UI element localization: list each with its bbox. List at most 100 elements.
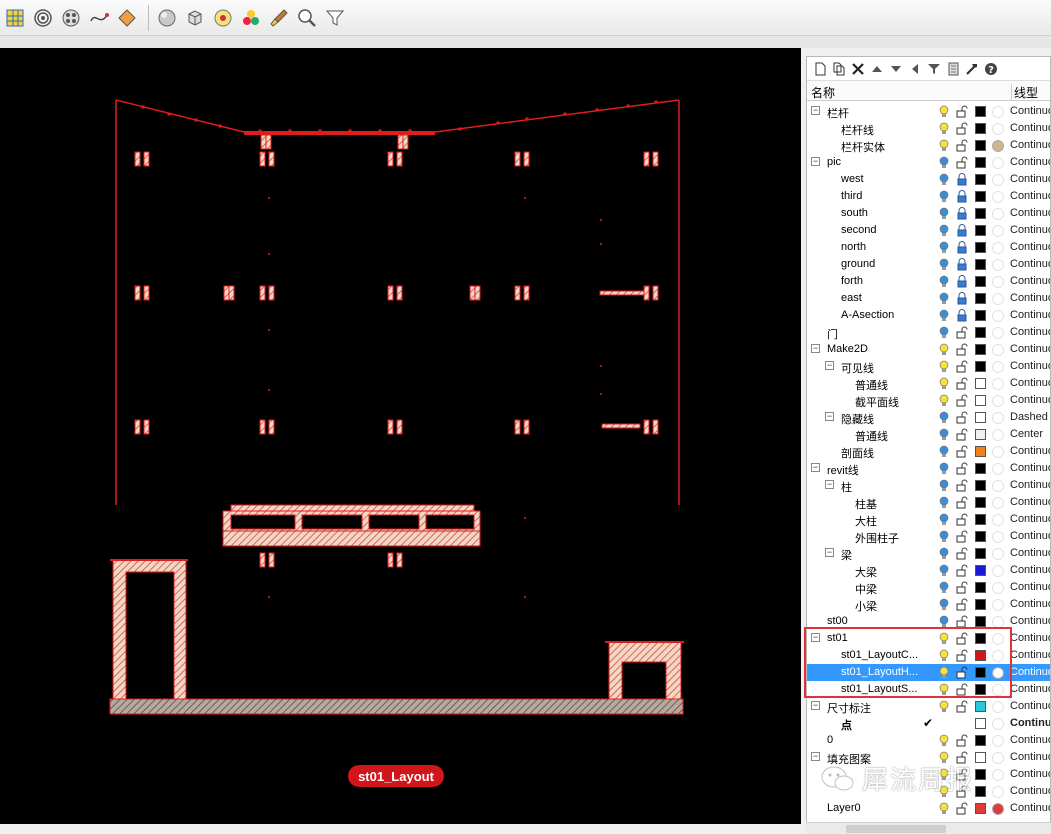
- move-to-parent-icon[interactable]: [905, 59, 924, 79]
- visibility-bulb-icon[interactable]: [938, 581, 950, 594]
- layer-linetype[interactable]: Continuous: [1010, 275, 1050, 287]
- unlocked-icon[interactable]: [956, 615, 968, 628]
- locked-icon[interactable]: [956, 309, 968, 322]
- visibility-bulb-icon[interactable]: [938, 496, 950, 509]
- visibility-bulb-icon[interactable]: [938, 666, 950, 679]
- surface-grid-icon[interactable]: [2, 5, 28, 31]
- new-sublayer-icon[interactable]: [829, 59, 848, 79]
- layer-color-swatch[interactable]: [975, 769, 986, 780]
- layer-linetype[interactable]: Continuous: [1010, 258, 1050, 270]
- layer-linetype[interactable]: Continuous: [1010, 326, 1050, 338]
- visibility-bulb-icon[interactable]: [938, 615, 950, 628]
- layer-color-swatch[interactable]: [975, 361, 986, 372]
- layer-row[interactable]: 点 ✔ Continuous: [807, 715, 1050, 732]
- layer-material-icon[interactable]: [992, 259, 1004, 271]
- layer-color-swatch[interactable]: [975, 650, 986, 661]
- layer-color-swatch[interactable]: [975, 599, 986, 610]
- layer-name[interactable]: 点: [841, 717, 852, 733]
- new-layer-icon[interactable]: [810, 59, 829, 79]
- layer-color-swatch[interactable]: [975, 378, 986, 389]
- visibility-bulb-icon[interactable]: [938, 190, 950, 203]
- unlocked-icon[interactable]: [956, 581, 968, 594]
- layer-row[interactable]: −尺寸标注 Continuous: [807, 698, 1050, 715]
- page-icon[interactable]: [943, 59, 962, 79]
- layer-material-icon[interactable]: [992, 497, 1004, 509]
- layer-color-swatch[interactable]: [975, 463, 986, 474]
- layer-material-icon[interactable]: [992, 548, 1004, 560]
- layer-name[interactable]: 截平面线: [855, 394, 899, 410]
- layer-linetype[interactable]: Continuous: [1010, 513, 1050, 525]
- layer-name[interactable]: 柱基: [855, 496, 877, 512]
- layer-row[interactable]: south Continuous: [807, 205, 1050, 222]
- materials-icon[interactable]: [238, 5, 264, 31]
- layer-color-swatch[interactable]: [975, 225, 986, 236]
- unlocked-icon[interactable]: [956, 683, 968, 696]
- move-up-icon[interactable]: [867, 59, 886, 79]
- visibility-bulb-icon[interactable]: [938, 683, 950, 696]
- visibility-bulb-icon[interactable]: [938, 530, 950, 543]
- locked-icon[interactable]: [956, 292, 968, 305]
- layer-name[interactable]: third: [841, 190, 862, 202]
- layer-name[interactable]: west: [841, 173, 864, 185]
- layer-name[interactable]: 尺寸标注: [827, 700, 871, 716]
- layer-color-swatch[interactable]: [975, 123, 986, 134]
- unlocked-icon[interactable]: [956, 649, 968, 662]
- layer-name[interactable]: 大柱: [855, 513, 877, 529]
- layer-material-icon[interactable]: [992, 463, 1004, 475]
- layer-row[interactable]: 截平面线 Continuous: [807, 392, 1050, 409]
- unlocked-icon[interactable]: [956, 632, 968, 645]
- layer-color-swatch[interactable]: [975, 157, 986, 168]
- layer-color-swatch[interactable]: [975, 395, 986, 406]
- layer-color-swatch[interactable]: [975, 633, 986, 644]
- layer-linetype[interactable]: Continuous: [1010, 122, 1050, 134]
- layer-color-swatch[interactable]: [975, 616, 986, 627]
- layer-linetype[interactable]: Continuous: [1010, 190, 1050, 202]
- visibility-bulb-icon[interactable]: [938, 462, 950, 475]
- unlocked-icon[interactable]: [956, 122, 968, 135]
- collapse-toggle-icon[interactable]: −: [811, 633, 820, 642]
- layer-row[interactable]: −柱 Continuous: [807, 477, 1050, 494]
- layer-color-swatch[interactable]: [975, 582, 986, 593]
- visibility-bulb-icon[interactable]: [938, 377, 950, 390]
- collapse-toggle-icon[interactable]: −: [811, 701, 820, 710]
- drawing-viewport[interactable]: st01_Layout: [0, 48, 801, 824]
- visibility-bulb-icon[interactable]: [938, 564, 950, 577]
- layers-horizontal-scrollbar[interactable]: [806, 822, 1051, 834]
- layer-color-swatch[interactable]: [975, 752, 986, 763]
- visibility-bulb-icon[interactable]: [938, 700, 950, 713]
- visibility-bulb-icon[interactable]: [938, 122, 950, 135]
- layer-color-swatch[interactable]: [975, 293, 986, 304]
- layer-name[interactable]: south: [841, 207, 868, 219]
- visibility-bulb-icon[interactable]: [938, 173, 950, 186]
- layer-material-icon[interactable]: [992, 208, 1004, 220]
- unlocked-icon[interactable]: [956, 700, 968, 713]
- visibility-bulb-icon[interactable]: [938, 360, 950, 373]
- layer-row[interactable]: A-Asection Continuous: [807, 307, 1050, 324]
- layer-material-icon[interactable]: [992, 752, 1004, 764]
- layer-linetype[interactable]: Continuous: [1010, 547, 1050, 559]
- layer-name[interactable]: 中梁: [855, 581, 877, 597]
- layer-material-icon[interactable]: [992, 191, 1004, 203]
- layer-linetype[interactable]: Continuous: [1010, 598, 1050, 610]
- layer-material-icon[interactable]: [992, 225, 1004, 237]
- layer-color-swatch[interactable]: [975, 718, 986, 729]
- layer-color-swatch[interactable]: [975, 514, 986, 525]
- layer-linetype[interactable]: Continuous: [1010, 666, 1050, 678]
- diamond-icon[interactable]: [114, 5, 140, 31]
- layer-row[interactable]: 普通线 Continuous: [807, 375, 1050, 392]
- curve-icon[interactable]: [86, 5, 112, 31]
- layer-color-swatch[interactable]: [975, 684, 986, 695]
- layer-row[interactable]: east Continuous: [807, 290, 1050, 307]
- layer-material-icon[interactable]: [992, 531, 1004, 543]
- layer-color-swatch[interactable]: [975, 140, 986, 151]
- layer-name[interactable]: st01: [827, 632, 848, 644]
- layer-name[interactable]: 外围柱子: [855, 530, 899, 546]
- unlocked-icon[interactable]: [956, 156, 968, 169]
- layer-row[interactable]: −梁 Continuous: [807, 545, 1050, 562]
- layer-material-icon[interactable]: [992, 718, 1004, 730]
- unlocked-icon[interactable]: [956, 462, 968, 475]
- visibility-bulb-icon[interactable]: [938, 224, 950, 237]
- layer-name[interactable]: st01_LayoutC...: [841, 649, 918, 661]
- layer-row[interactable]: 门 Continuous: [807, 324, 1050, 341]
- unlocked-icon[interactable]: [956, 326, 968, 339]
